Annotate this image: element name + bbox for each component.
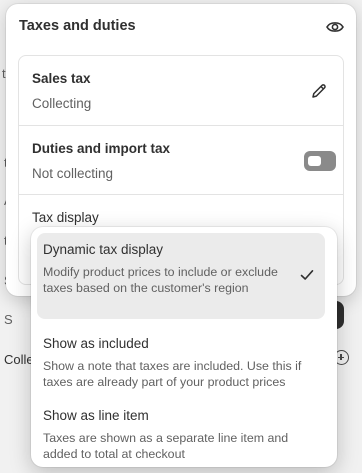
option-title: Dynamic tax display — [43, 242, 164, 257]
sales-tax-title: Sales tax — [32, 71, 91, 86]
eye-icon[interactable] — [324, 18, 346, 36]
sales-tax-row[interactable]: Sales tax Collecting — [19, 56, 343, 126]
option-description: Modify product prices to include or excl… — [43, 265, 278, 295]
duties-title: Duties and import tax — [32, 141, 171, 156]
duties-toggle[interactable] — [304, 151, 336, 171]
toggle-knob — [308, 156, 321, 166]
option-title: Show as included — [43, 336, 149, 351]
checkmark-icon — [299, 267, 315, 283]
option-dynamic-tax-display[interactable]: Dynamic tax display Modify product price… — [37, 233, 325, 319]
panel-title: Taxes and duties — [19, 18, 136, 34]
collections-label: Colle — [4, 352, 34, 367]
pencil-icon[interactable] — [310, 82, 328, 100]
sales-tax-status: Collecting — [32, 96, 92, 111]
screen: t t A t S S Colle Taxes and duties Sales… — [0, 0, 362, 473]
duties-status: Not collecting — [32, 166, 114, 181]
option-show-as-line-item[interactable]: Show as line item Taxes are shown as a s… — [37, 399, 325, 461]
option-description: Taxes are shown as a separate line item … — [43, 431, 289, 461]
duties-row: Duties and import tax Not collecting — [19, 126, 343, 195]
tax-display-dropdown: Dynamic tax display Modify product price… — [31, 227, 337, 467]
option-description: Show a note that taxes are included. Use… — [43, 359, 302, 389]
option-show-as-included[interactable]: Show as included Show a note that taxes … — [37, 327, 325, 391]
option-title: Show as line item — [43, 408, 149, 423]
bg-fragment: S — [4, 312, 13, 327]
tax-display-label: Tax display — [32, 210, 99, 225]
